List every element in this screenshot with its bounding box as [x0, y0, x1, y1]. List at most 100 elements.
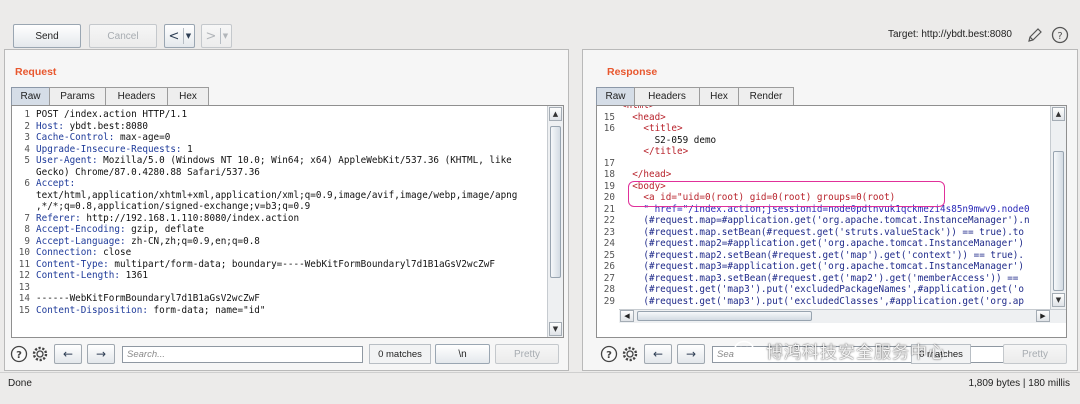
back-button[interactable]: < ▼ [164, 24, 195, 48]
arrow-right-icon: → [685, 347, 697, 361]
line-number: 1 [24, 109, 30, 120]
request-panel: Request Raw Params Headers Hex 1 POST /in… [4, 49, 569, 371]
line-number: 18 [603, 169, 615, 180]
chevron-down-icon[interactable]: ▼ [184, 32, 193, 40]
request-line: Referer: http://192.168.1.110:8080/index… [36, 213, 299, 225]
response-tabs: Raw Headers Hex Render [596, 87, 794, 105]
header-key: Host: [36, 120, 64, 132]
header-value: Gecko) Chrome/87.0.4280.88 Safari/537.36 [36, 166, 260, 178]
response-line: (#request.map2=#application.get('org.apa… [621, 238, 1024, 249]
response-line: (#request.get('map3').put('excludedClass… [621, 295, 1024, 307]
response-line: (#request.get('map3').put('excludedPacka… [621, 284, 1024, 295]
request-editor[interactable]: 1 POST /index.action HTTP/1.1 2 Host: ybdt.… [11, 105, 564, 338]
header-value: zh-CN,zh;q=0.9,en;q=0.8 [125, 235, 260, 247]
line-number: 12 [18, 270, 30, 281]
tab-hex[interactable]: Hex [699, 87, 739, 105]
arrow-right-icon: → [95, 347, 107, 361]
forward-button[interactable]: > ▼ [201, 24, 232, 48]
pretty-button[interactable]: Pretty [495, 344, 559, 364]
svg-text:?: ? [1057, 31, 1062, 42]
request-line: Content-Disposition: form-data; name="id… [36, 305, 266, 317]
line-number: 7 [24, 212, 30, 224]
line-number: 10 [18, 247, 30, 258]
tab-render[interactable]: Render [738, 87, 794, 105]
header-key: Connection: [36, 247, 98, 258]
response-stats: 1,809 bytes | 180 millis [968, 378, 1070, 389]
line-number: 4 [24, 143, 30, 155]
header-value: max-age=0 [114, 132, 171, 143]
search-input[interactable]: Search... [122, 346, 363, 363]
line-number: 8 [24, 224, 30, 235]
gear-icon[interactable] [31, 345, 49, 363]
svg-text:?: ? [16, 350, 22, 361]
request-line: Content-Type: multipart/form-data; bound… [36, 259, 495, 271]
svg-text:?: ? [606, 350, 612, 361]
scroll-up-icon[interactable]: ▲ [549, 107, 562, 121]
response-horizontal-scrollbar[interactable]: ◀ ▶ [619, 309, 1066, 323]
help-icon[interactable]: ? [600, 345, 618, 363]
response-line: S2-059 demo [621, 134, 717, 146]
scroll-right-icon[interactable]: ▶ [1036, 310, 1050, 322]
request-title: Request [15, 66, 57, 78]
response-vertical-scrollbar[interactable]: ▲ ▼ [1050, 106, 1066, 309]
line-number: 22 [603, 215, 615, 226]
header-value: Mozilla/5.0 (Windows NT 10.0; Win64; x64… [97, 155, 512, 166]
search-next-button[interactable]: → [87, 344, 115, 364]
back-arrow-icon: < [168, 28, 180, 44]
scroll-up-icon[interactable]: ▲ [1052, 107, 1065, 121]
line-number: 27 [603, 272, 615, 284]
tab-headers[interactable]: Headers [105, 87, 168, 105]
scroll-thumb[interactable] [550, 126, 561, 278]
scroll-down-icon[interactable]: ▼ [549, 322, 562, 336]
scroll-down-icon[interactable]: ▼ [1052, 293, 1065, 307]
header-value: ------WebKitFormBoundaryl7d1B1aGsV2wcZwF [36, 293, 260, 304]
response-line: (#request.map=#application.get('org.apac… [621, 215, 1030, 226]
newline-toggle-button[interactable]: \n [435, 344, 490, 364]
line-number: 6 [24, 178, 30, 189]
tab-raw[interactable]: Raw [596, 87, 635, 105]
header-value: text/html,application/xhtml+xml,applicat… [36, 189, 518, 201]
tab-hex[interactable]: Hex [167, 87, 209, 105]
header-key: Accept: [36, 178, 76, 189]
request-line: ,*/*;q=0.8,application/signed-exchange;v… [36, 201, 310, 213]
line-number: 20 [603, 192, 615, 203]
scroll-left-icon[interactable]: ◀ [620, 310, 634, 322]
line-number: 19 [603, 180, 615, 192]
tab-params[interactable]: Params [49, 87, 106, 105]
line-number: 29 [603, 295, 615, 307]
help-icon[interactable]: ? [1050, 25, 1070, 45]
scroll-thumb[interactable] [1053, 151, 1064, 291]
arrow-left-icon: ← [62, 347, 74, 361]
search-next-button[interactable]: → [677, 344, 705, 364]
line-number: 14 [18, 293, 30, 304]
gear-icon[interactable] [621, 345, 639, 363]
response-line: <head> [621, 111, 666, 123]
request-line: Content-Length: 1361 [36, 270, 148, 282]
search-previous-button[interactable]: ← [54, 344, 82, 364]
header-value: close [97, 247, 132, 258]
cancel-button[interactable]: Cancel [89, 24, 157, 48]
tab-raw[interactable]: Raw [11, 87, 50, 105]
send-button[interactable]: Send [13, 24, 81, 48]
scroll-thumb[interactable] [637, 311, 812, 321]
line-number: 15 [603, 111, 615, 123]
line-number: 25 [603, 249, 615, 261]
search-previous-button[interactable]: ← [644, 344, 672, 364]
watermark: 博鸿科技安全服务中心 [734, 338, 946, 363]
header-key: Upgrade-Insecure-Requests: [36, 143, 182, 155]
help-icon[interactable]: ? [10, 345, 28, 363]
response-line: (#request.map3=#application.get('org.apa… [621, 261, 1024, 272]
chevron-down-icon[interactable]: ▼ [221, 32, 230, 40]
pencil-icon[interactable] [1025, 25, 1045, 45]
tab-headers[interactable]: Headers [634, 87, 700, 105]
pretty-button[interactable]: Pretty [1003, 344, 1067, 364]
arrow-left-icon: ← [652, 347, 664, 361]
header-value: POST /index.action HTTP/1.1 [36, 109, 188, 120]
response-line: <title> [621, 123, 683, 134]
request-line: Accept: [36, 178, 75, 190]
response-line: (#request.map3.setBean(#request.get('map… [621, 272, 1019, 284]
highlight-box [628, 181, 945, 207]
response-editor[interactable]: <html> 15 <head> 16 <title> S2-059 demo </… [596, 105, 1067, 338]
request-vertical-scrollbar[interactable]: ▲ ▼ [547, 106, 563, 337]
request-line: User-Agent: Mozilla/5.0 (Windows NT 10.0… [36, 155, 512, 167]
